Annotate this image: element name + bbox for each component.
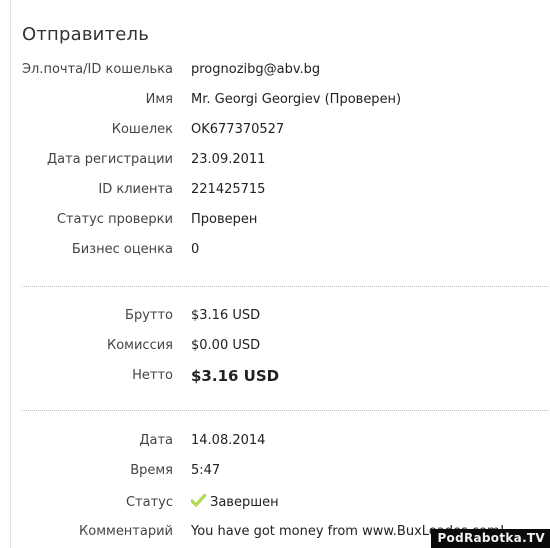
- section-divider: [22, 286, 550, 287]
- sender-client-id-row: ID клиента 221425715: [11, 180, 550, 200]
- check-icon: [190, 493, 207, 515]
- sender-wallet-row: Кошелек OK677370527: [11, 120, 550, 140]
- sender-panel: Отправитель Эл.почта/ID кошелька prognoz…: [10, 0, 550, 548]
- sender-email-row: Эл.почта/ID кошелька prognozibg@abv.bg: [11, 60, 550, 80]
- status-value-wrap: Завершен: [190, 493, 279, 515]
- date-value: 14.08.2014: [191, 433, 266, 448]
- wallet-value: OK677370527: [191, 122, 285, 137]
- registration-date-label: Дата регистрации: [46, 152, 173, 167]
- sender-business-rating-row: Бизнес оценка 0: [11, 240, 550, 260]
- time-row: Время 5:47: [11, 461, 550, 481]
- name-value: Mr. Georgi Georgiev (Проверен): [191, 92, 402, 107]
- net-value: $3.16 USD: [191, 367, 280, 385]
- fee-value: $0.00 USD: [191, 338, 261, 353]
- email-value: prognozibg@abv.bg: [191, 62, 321, 77]
- time-value: 5:47: [191, 463, 221, 478]
- section-divider: [22, 410, 550, 411]
- verification-status-value: Проверен: [191, 212, 258, 227]
- client-id-label: ID клиента: [98, 182, 173, 197]
- email-label: Эл.почта/ID кошелька: [21, 62, 173, 77]
- fee-label: Комиссия: [106, 338, 173, 353]
- watermark-logo: PodRabotka.TV: [431, 529, 550, 548]
- sender-registration-row: Дата регистрации 23.09.2011: [11, 150, 550, 170]
- sender-name-row: Имя Mr. Georgi Georgiev (Проверен): [11, 90, 550, 110]
- status-label: Статус: [125, 495, 173, 510]
- business-rating-label: Бизнес оценка: [71, 242, 173, 257]
- net-row: Нетто $3.16 USD: [11, 366, 550, 386]
- date-row: Дата 14.08.2014: [11, 431, 550, 451]
- verification-status-label: Статус проверки: [56, 212, 173, 227]
- business-rating-value: 0: [191, 242, 200, 257]
- comment-label: Комментарий: [79, 524, 173, 539]
- wallet-label: Кошелек: [111, 122, 173, 137]
- registration-date-value: 23.09.2011: [191, 152, 266, 167]
- date-label: Дата: [139, 433, 173, 448]
- status-value: Завершен: [210, 495, 279, 510]
- sender-verification-row: Статус проверки Проверен: [11, 210, 550, 230]
- fee-row: Комиссия $0.00 USD: [11, 336, 550, 356]
- gross-value: $3.16 USD: [191, 308, 261, 323]
- section-title: Отправитель: [22, 24, 150, 45]
- net-label: Нетто: [132, 368, 173, 383]
- status-row: Статус Завершен: [11, 493, 550, 513]
- client-id-value: 221425715: [191, 182, 266, 197]
- time-label: Время: [130, 463, 173, 478]
- gross-label: Брутто: [125, 308, 173, 323]
- name-label: Имя: [145, 92, 173, 107]
- gross-row: Брутто $3.16 USD: [11, 306, 550, 326]
